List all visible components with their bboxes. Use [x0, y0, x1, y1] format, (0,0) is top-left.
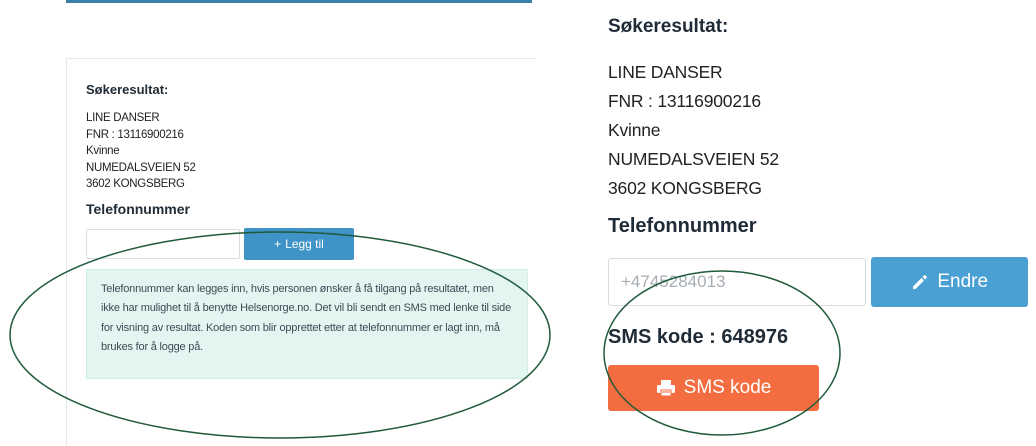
phone-input-row: + Legg til — [86, 227, 526, 261]
right-result-panel: Søkeresultat: LINE DANSER FNR : 13116900… — [608, 10, 1028, 411]
person-gender: Kvinne — [86, 145, 120, 157]
plus-icon: + — [274, 236, 282, 251]
phone-section-title: Telefonnummer — [86, 200, 190, 217]
person-fnr: FNR : 13116900216 — [86, 128, 184, 141]
person-address-zoomed: NUMEDALSVEIEN 52 — [608, 149, 779, 169]
phone-input-row-zoomed: Endre — [608, 257, 1028, 307]
person-fnr-zoomed: FNR : 13116900216 — [608, 91, 761, 111]
add-phone-button[interactable]: + Legg til — [244, 227, 354, 260]
person-postal-zoomed: 3602 KONGSBERG — [608, 178, 762, 198]
person-name-zoomed: LINE DANSER — [608, 62, 723, 82]
phone-info-box: Telefonnummer kan legges inn, hvis perso… — [86, 268, 528, 379]
person-postal: 3602 KONGSBERG — [86, 178, 185, 190]
person-gender-zoomed: Kvinne — [608, 120, 661, 140]
edit-phone-button-label: Endre — [937, 271, 989, 292]
add-phone-button-label: Legg til — [285, 236, 324, 251]
person-address: NUMEDALSVEIEN 52 — [86, 161, 196, 174]
sms-code-button-label: SMS kode — [683, 377, 772, 398]
phone-number-input[interactable] — [86, 228, 240, 259]
phone-section-title-zoomed: Telefonnummer — [608, 215, 757, 237]
sms-code-button[interactable]: SMS kode — [608, 365, 819, 411]
search-result-title: Søkeresultat: — [86, 82, 169, 97]
sms-code-display: SMS kode : 648976 — [608, 326, 789, 348]
left-result-panel: Søkeresultat: LINE DANSER FNR : 13116900… — [86, 76, 528, 379]
edit-phone-button[interactable]: Endre — [871, 257, 1028, 307]
printer-icon — [656, 380, 675, 397]
phone-number-input-zoomed[interactable] — [608, 258, 867, 306]
top-border-line — [66, 0, 532, 3]
person-name: LINE DANSER — [86, 112, 160, 124]
pencil-icon — [913, 275, 928, 289]
screenshot-root: Søkeresultat: LINE DANSER FNR : 13116900… — [0, 0, 1036, 446]
search-result-title-zoomed: Søkeresultat: — [608, 16, 729, 37]
